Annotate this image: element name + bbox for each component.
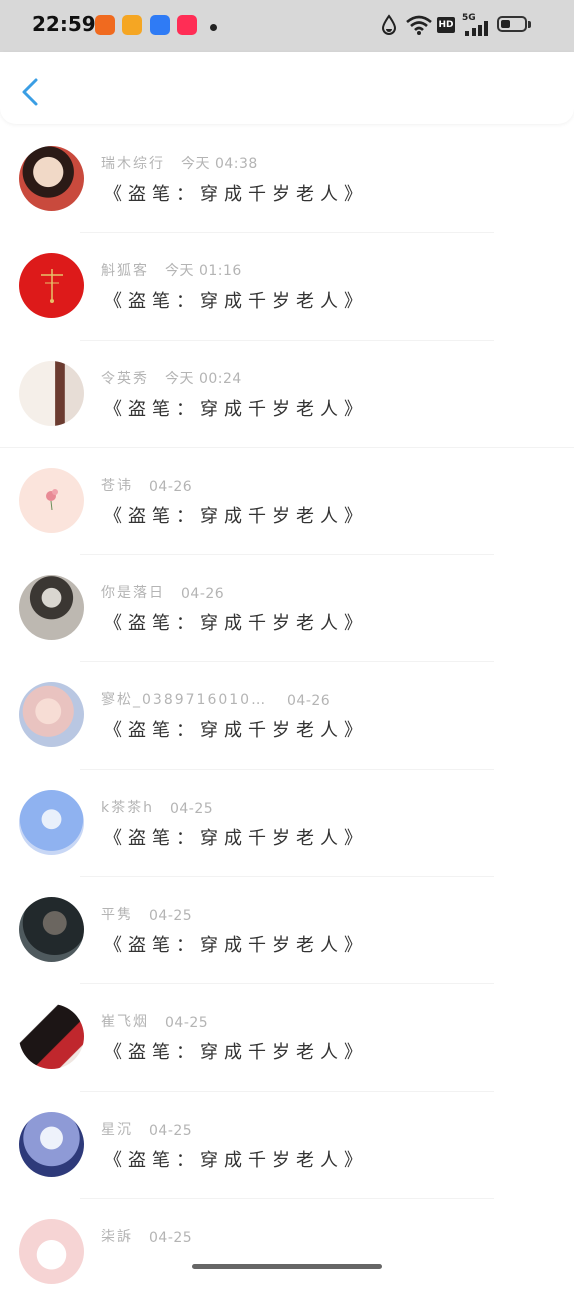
comment-text: 《盗笔：穿成千岁老人》 [104,720,368,742]
list-item[interactable]: 柒訴 04-25 [0,1199,574,1306]
status-bar: 22:59 HD 5G [0,0,574,52]
avatar[interactable] [19,1218,84,1284]
list-item[interactable]: 平隽 04-25 《盗笔：穿成千岁老人》 [0,877,574,985]
comment-meta: 苍讳 04-26 [101,475,192,495]
avatar[interactable] [19,360,84,426]
comment-meta: 令英秀 今天 00:24 [101,368,242,388]
app-notification-icon [150,15,170,35]
username[interactable]: 苍讳 [101,475,133,495]
comment-text: 《盗笔：穿成千岁老人》 [104,505,368,527]
app-notification-icon [95,15,115,35]
list-item[interactable]: k茶茶h 04-25 《盗笔：穿成千岁老人》 [0,770,574,878]
more-notifications-icon [210,24,217,31]
avatar[interactable] [19,789,84,855]
list-item[interactable]: 寥松_038971601044​3… 04-26 《盗笔：穿成千岁老人》 [0,662,574,770]
timestamp: 04-25 [149,908,193,925]
comment-meta: 崔飞烟 04-25 [101,1011,208,1031]
username[interactable]: 崔飞烟 [101,1011,149,1031]
water-drop-icon [381,14,397,35]
timestamp: 04-25 [149,1229,193,1246]
list-item[interactable]: 斛狐客 今天 01:16 《盗笔：穿成千岁老人》 [0,233,574,341]
timestamp: 今天 00:24 [165,370,242,387]
comment-meta: 星沉 04-25 [101,1119,192,1139]
list-item[interactable]: 你是落日 04-26 《盗笔：穿成千岁老人》 [0,555,574,663]
comment-meta: 斛狐客 今天 01:16 [101,260,242,280]
avatar[interactable] [19,897,84,963]
list-item[interactable]: 令英秀 今天 00:24 《盗笔：穿成千岁老人》 [0,341,574,448]
hd-badge: HD [437,17,455,33]
signal-icon [465,21,488,36]
username[interactable]: 瑞木综行 [101,153,165,173]
timestamp: 今天 04:38 [181,156,258,172]
avatar[interactable] [19,146,84,211]
comment-meta: 平隽 04-25 [101,904,192,924]
username[interactable]: k茶茶h [101,797,154,817]
avatar[interactable] [19,1004,84,1070]
status-time: 22:59 [32,12,96,36]
username[interactable]: 斛狐客 [101,260,149,280]
comment-meta: 你是落日 04-26 [101,582,224,602]
username[interactable]: 你是落日 [101,582,165,602]
username[interactable]: 令英秀 [101,368,149,388]
app-notification-icon [122,15,142,35]
comment-text: 《盗笔：穿成千岁老人》 [104,1149,368,1171]
comment-meta: k茶茶h 04-25 [101,797,213,817]
username[interactable]: 星沉 [101,1119,133,1139]
comment-text: 《盗笔：穿成千岁老人》 [104,184,368,205]
list-item[interactable]: 瑞木综行 今天 04:38 《盗笔：穿成千岁老人》 [0,126,574,234]
timestamp: 今天 01:16 [165,263,242,280]
list-item[interactable]: 崔飞烟 04-25 《盗笔：穿成千岁老人》 [0,984,574,1092]
comment-list: 瑞木综行 今天 04:38 《盗笔：穿成千岁老人》 斛狐客 今天 01:16 《盗笔… [0,126,574,1306]
avatar[interactable] [19,1111,84,1177]
comment-meta: 柒訴 04-25 [101,1226,192,1246]
home-indicator[interactable] [192,1264,382,1269]
comment-meta: 瑞木综行 今天 04:38 [101,153,258,173]
username[interactable]: 柒訴 [101,1226,133,1246]
comment-meta: 寥松_038971601044​3… 04-26 [101,689,330,709]
timestamp: 04-25 [169,800,214,817]
timestamp: 04-26 [181,586,225,603]
avatar[interactable] [19,467,84,533]
battery-tip [528,21,531,28]
comment-text: 《盗笔：穿成千岁老人》 [104,613,368,635]
avatar[interactable] [19,253,84,319]
comment-text: 《盗笔：穿成千岁老人》 [104,827,368,849]
comment-text: 《盗笔：穿成千岁老人》 [104,291,368,313]
username[interactable]: 寥松_038971601044​3… [101,689,271,709]
timestamp: 04-25 [165,1015,209,1032]
username[interactable]: 平隽 [101,904,133,924]
timestamp: 04-25 [149,1122,193,1139]
comment-text: 《盗笔：穿成千岁老人》 [104,398,368,420]
timestamp: 04-26 [149,478,193,495]
flower-icon [46,488,58,510]
list-item[interactable]: 苍讳 04-26 《盗笔：穿成千岁老人》 [0,448,574,556]
avatar[interactable] [19,575,84,641]
comment-text: 《盗笔：穿成千岁老人》 [104,935,368,957]
timestamp: 04-26 [287,693,331,710]
chevron-left-icon[interactable] [14,72,48,112]
comment-text: 《盗笔：穿成千岁老人》 [104,1042,368,1064]
list-item[interactable]: 星沉 04-25 《盗笔：穿成千岁老人》 [0,1092,574,1199]
app-notification-icon [177,15,197,35]
lantern-icon [41,269,63,304]
avatar[interactable] [19,682,84,748]
battery-icon [497,16,527,32]
top-bar [0,52,574,124]
wifi-icon [406,15,432,35]
